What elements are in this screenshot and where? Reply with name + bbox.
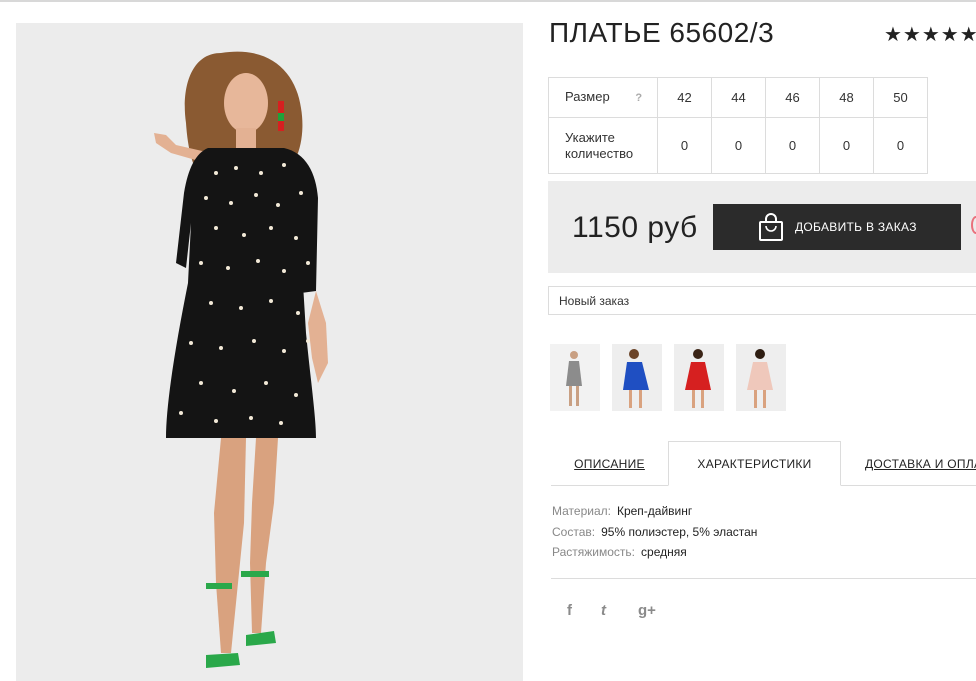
top-divider bbox=[0, 0, 976, 2]
size-help-icon[interactable]: ? bbox=[635, 92, 642, 104]
dress-thumb-blue-icon bbox=[612, 344, 662, 411]
size-50: 50 bbox=[873, 77, 928, 118]
size-44: 44 bbox=[711, 77, 766, 118]
size-quantity-table: Размер ? 42 44 46 48 50 Укажите количест… bbox=[548, 77, 928, 174]
spec-stretch-value: средняя bbox=[641, 545, 687, 559]
product-price: 1150 руб bbox=[572, 211, 698, 244]
dress-thumb-pink-icon bbox=[736, 344, 786, 411]
quantity-row: Укажите количество 0 0 0 0 0 bbox=[548, 117, 928, 174]
size-46: 46 bbox=[765, 77, 820, 118]
quantity-input-44[interactable]: 0 bbox=[711, 117, 766, 174]
google-plus-icon[interactable]: g+ bbox=[638, 602, 656, 619]
spec-material: Материал: Креп-дайвинг bbox=[552, 504, 692, 518]
shopping-bag-icon bbox=[759, 213, 783, 241]
quantity-input-50[interactable]: 0 bbox=[873, 117, 928, 174]
spec-composition-value: 95% полиэстер, 5% эластан bbox=[601, 525, 758, 539]
tab-description-label: ОПИСАНИЕ bbox=[574, 456, 645, 471]
tab-characteristics[interactable]: ХАРАКТЕРИСТИКИ bbox=[668, 441, 841, 486]
price-panel: 1150 руб ДОБАВИТЬ В ЗАКАЗ bbox=[548, 181, 976, 273]
spec-stretch: Растяжимость: средняя bbox=[552, 545, 687, 559]
spec-material-value: Креп-дайвинг bbox=[616, 504, 693, 518]
add-to-order-label: ДОБАВИТЬ В ЗАКАЗ bbox=[795, 220, 917, 234]
quantity-label-line1: Укажите bbox=[565, 129, 615, 145]
color-thumb-blue[interactable] bbox=[612, 344, 662, 411]
spec-stretch-key: Растяжимость: bbox=[552, 545, 636, 559]
tab-characteristics-label: ХАРАКТЕРИСТИКИ bbox=[697, 456, 812, 471]
color-thumb-red[interactable] bbox=[674, 344, 724, 411]
product-title: ПЛАТЬЕ 65602/3 bbox=[549, 17, 775, 48]
main-product-photo[interactable] bbox=[16, 23, 523, 681]
model-in-black-dress-image bbox=[16, 23, 523, 681]
spec-material-key: Материал: bbox=[552, 504, 611, 518]
facebook-icon[interactable]: f bbox=[567, 602, 572, 619]
order-select-value: Новый заказ bbox=[559, 294, 630, 308]
tab-description[interactable]: ОПИСАНИЕ bbox=[551, 441, 668, 486]
wishlist-icon[interactable] bbox=[971, 216, 976, 234]
quantity-label-cell: Укажите количество bbox=[548, 117, 658, 174]
quantity-input-46[interactable]: 0 bbox=[765, 117, 820, 174]
size-label-cell: Размер ? bbox=[548, 77, 658, 118]
color-thumb-pink[interactable] bbox=[736, 344, 786, 411]
size-48: 48 bbox=[819, 77, 874, 118]
quantity-label-line2: количество bbox=[565, 145, 634, 161]
dress-thumb-red-icon bbox=[674, 344, 724, 411]
add-to-order-button[interactable]: ДОБАВИТЬ В ЗАКАЗ bbox=[713, 204, 961, 250]
tab-delivery-payment[interactable]: ДОСТАВКА И ОПЛАТА bbox=[865, 441, 976, 486]
spec-composition: Состав: 95% полиэстер, 5% эластан bbox=[552, 525, 757, 539]
specs-divider bbox=[551, 578, 976, 579]
size-row: Размер ? 42 44 46 48 50 bbox=[548, 77, 928, 118]
quantity-input-48[interactable]: 0 bbox=[819, 117, 874, 174]
quantity-input-42[interactable]: 0 bbox=[657, 117, 712, 174]
order-select[interactable]: Новый заказ bbox=[548, 286, 976, 315]
spec-composition-key: Состав: bbox=[552, 525, 596, 539]
dress-thumb-grey-icon bbox=[550, 344, 600, 411]
color-thumb-grey[interactable] bbox=[550, 344, 600, 411]
size-label: Размер bbox=[565, 89, 610, 104]
twitter-icon[interactable]: t bbox=[601, 602, 606, 619]
rating-stars-icon[interactable]: ★★★★★ bbox=[884, 22, 976, 47]
tab-delivery-payment-label: ДОСТАВКА И ОПЛАТА bbox=[865, 456, 976, 471]
size-42: 42 bbox=[657, 77, 712, 118]
